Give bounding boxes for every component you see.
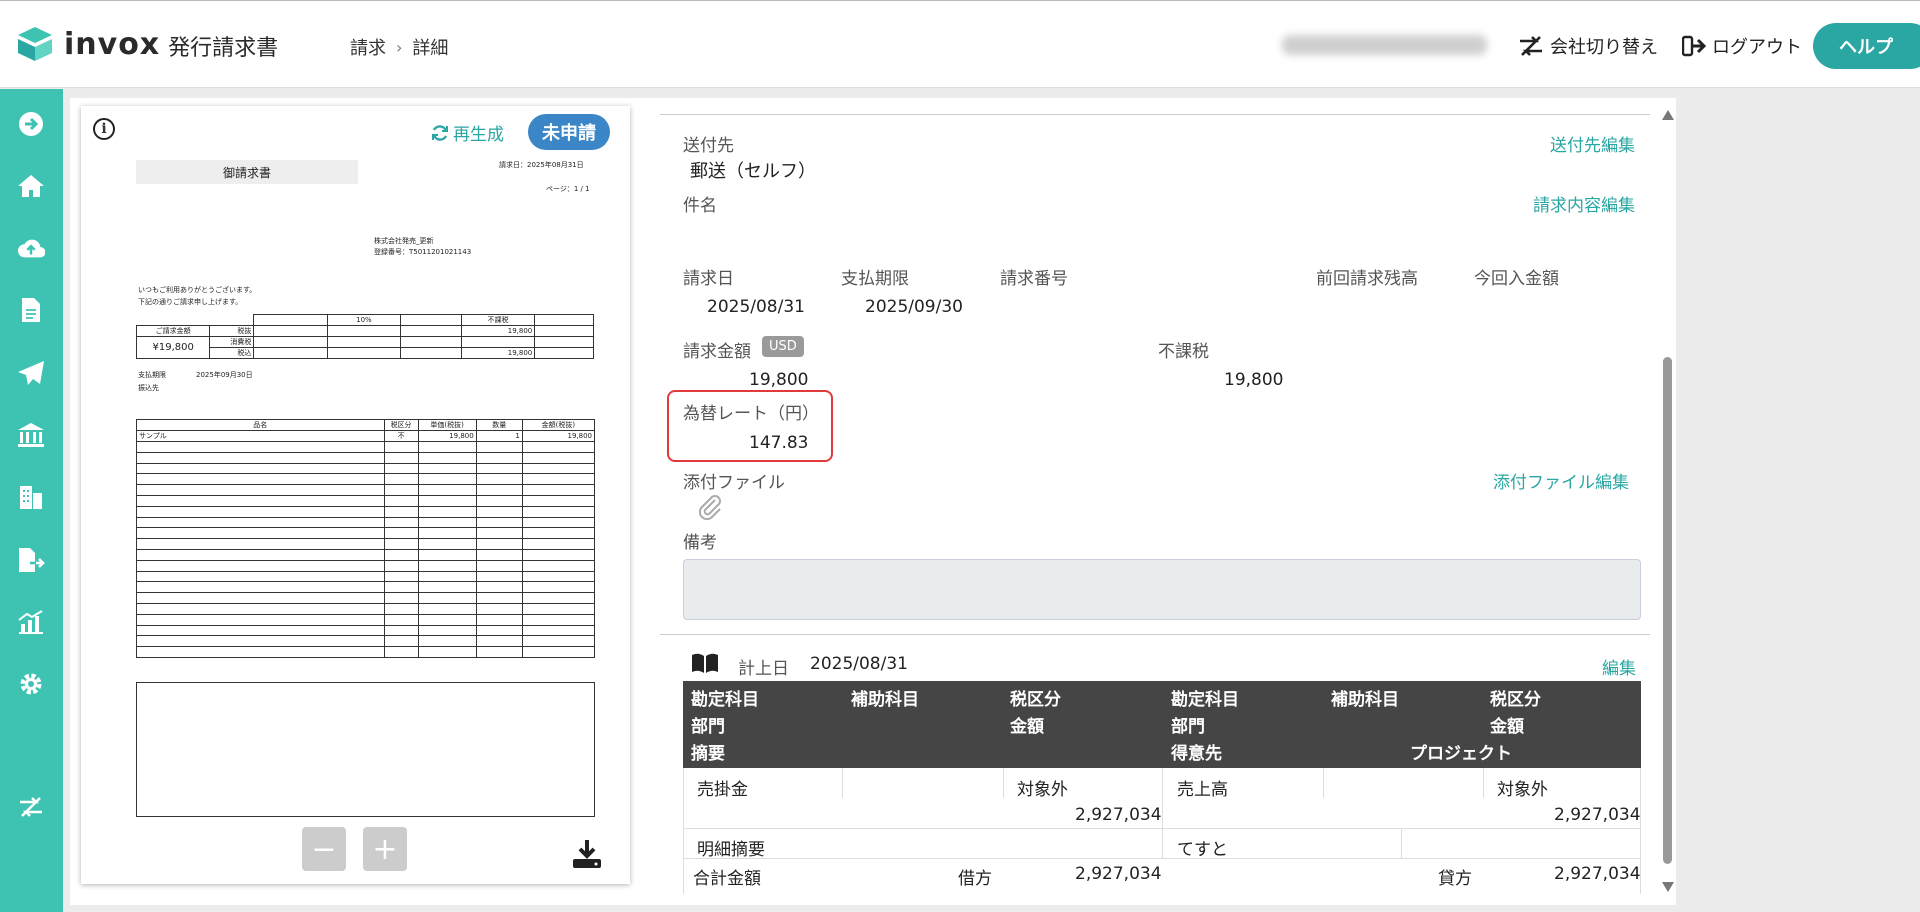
- document-icon[interactable]: [17, 296, 45, 324]
- line-memo-label: 明細摘要: [697, 840, 765, 860]
- memo-label: 備考: [683, 533, 717, 553]
- breadcrumb-invoices[interactable]: 請求: [350, 34, 386, 60]
- exchange-rate-value: 147.83: [749, 433, 809, 453]
- file-export-icon[interactable]: [17, 546, 45, 574]
- book-icon: [692, 653, 718, 673]
- attachment-label: 添付ファイル: [683, 473, 785, 493]
- debit-total: 2,927,034: [1075, 864, 1162, 884]
- status-badge: 未申請: [528, 114, 610, 150]
- invox-logo[interactable]: invox 発行請求書: [16, 25, 278, 63]
- doc-greeting-1: いつもご利用ありがとうございます。: [138, 286, 257, 294]
- switch-company-link[interactable]: 会社切り替え: [1518, 33, 1658, 59]
- regenerate-button[interactable]: 再生成: [431, 120, 504, 145]
- doc-due-date: 2025年09月30日: [196, 371, 253, 379]
- doc-page: ページ：1 / 1: [546, 185, 590, 193]
- doc-greeting-2: 下記の通りご請求申し上げます。: [138, 298, 243, 306]
- nontax-value: 19,800: [1224, 370, 1284, 390]
- send-to-value: 郵送（セルフ）: [690, 161, 816, 182]
- doc-title: 御請求書: [136, 160, 358, 184]
- send-icon[interactable]: [17, 359, 45, 387]
- doc-notes-box: [136, 682, 595, 817]
- refresh-icon: [432, 124, 448, 141]
- invoice-number-label: 請求番号: [1000, 269, 1068, 289]
- top-divider: [660, 114, 1650, 115]
- doc-due-label: 支払期限: [138, 371, 166, 379]
- invoice-document: 御請求書 請求日：2025年08月31日 ページ：1 / 1 株式会社発売_更新…: [135, 154, 596, 744]
- logout-icon: [1682, 35, 1706, 57]
- logo-word: invox: [64, 26, 161, 62]
- invoice-date-value: 2025/08/31: [707, 297, 805, 317]
- breadcrumb-detail: 詳細: [412, 38, 449, 59]
- credit-tax: 対象外: [1497, 780, 1548, 800]
- cloud-upload-icon[interactable]: [17, 234, 45, 262]
- chart-icon[interactable]: [17, 608, 45, 636]
- amount-value: 19,800: [749, 370, 809, 390]
- switch-icon: [1520, 36, 1542, 56]
- credit-total: 2,927,034: [1554, 864, 1641, 884]
- zoom-out-button[interactable]: −: [302, 827, 346, 871]
- posting-date-value: 2025/08/31: [810, 654, 908, 674]
- attachment-edit-link[interactable]: 添付ファイル編集: [1493, 468, 1629, 493]
- journal-table-body: 売掛金 対象外 2,927,034 売上高 対象外 2,927,034 明細摘要…: [683, 768, 1641, 894]
- arrow-right-icon[interactable]: [17, 110, 45, 138]
- regenerate-label: 再生成: [453, 125, 504, 145]
- content-edit-link[interactable]: 請求内容編集: [1533, 191, 1635, 216]
- bank-icon[interactable]: [17, 421, 45, 449]
- due-date-value: 2025/09/30: [865, 297, 963, 317]
- invoice-date-label: 請求日: [683, 269, 734, 289]
- download-icon[interactable]: [571, 838, 603, 870]
- prev-balance-label: 前回請求残高: [1316, 269, 1418, 289]
- logout-link[interactable]: ログアウト: [1682, 33, 1802, 59]
- journal-table-header: 勘定科目 補助科目 税区分 勘定科目 補助科目 税区分 部門 金額 部門 金額 …: [683, 681, 1641, 768]
- switch-company-label: 会社切り替え: [1550, 37, 1658, 58]
- doc-line-items-table: 品名 税区分 単価(税抜) 数量 金額(税抜) サンプル不 19,800 1 19,800: [136, 419, 596, 658]
- credit-account: 売上高: [1177, 780, 1228, 800]
- debit-account: 売掛金: [697, 780, 748, 800]
- posting-date-label: 計上日: [738, 659, 789, 679]
- doc-bank-label: 振込先: [138, 384, 159, 392]
- user-name-blurred: [1282, 35, 1487, 55]
- journal-divider: [660, 634, 1650, 635]
- scroll-down-arrow[interactable]: [1662, 882, 1674, 892]
- switch-icon[interactable]: [17, 793, 45, 821]
- send-to-label: 送付先: [683, 136, 734, 156]
- currency-badge: USD: [762, 336, 804, 357]
- chevron-right-icon: ›: [396, 37, 403, 57]
- debit-label: 借方: [958, 869, 992, 889]
- sidebar: [0, 89, 63, 912]
- app-header: invox 発行請求書 請求 › 詳細 会社切り替え ログアウト ヘルプ: [0, 0, 1920, 88]
- debit-amount: 2,927,034: [1075, 805, 1162, 825]
- logout-label: ログアウト: [1712, 37, 1802, 58]
- doc-company: 株式会社発売_更新: [374, 237, 434, 245]
- debit-tax: 対象外: [1017, 780, 1068, 800]
- credit-label: 貸方: [1438, 869, 1472, 889]
- journal-edit-link[interactable]: 編集: [1602, 654, 1636, 679]
- send-to-edit-link[interactable]: 送付先編集: [1550, 131, 1635, 156]
- nontax-label: 不課税: [1158, 342, 1209, 362]
- breadcrumb: 請求 › 詳細: [350, 34, 448, 60]
- total-label: 合計金額: [693, 869, 761, 889]
- due-date-label: 支払期限: [841, 269, 909, 289]
- credit-amount: 2,927,034: [1554, 805, 1641, 825]
- home-icon[interactable]: [17, 172, 45, 200]
- subject-label: 件名: [683, 196, 717, 216]
- received-label: 今回入金額: [1474, 269, 1559, 289]
- doc-date: 請求日：2025年08月31日: [499, 161, 584, 169]
- info-icon[interactable]: i: [93, 118, 115, 140]
- scroll-up-arrow[interactable]: [1662, 110, 1674, 120]
- memo-textarea[interactable]: [683, 559, 1641, 620]
- logo-cube-icon: [18, 27, 52, 61]
- scrollbar-thumb[interactable]: [1663, 357, 1672, 864]
- doc-reg-no: 登録番号：T5011201021143: [374, 248, 472, 256]
- exchange-rate-label: 為替レート（円）: [683, 404, 819, 424]
- amount-label: 請求金額: [683, 342, 751, 362]
- line-memo-value: てすと: [1177, 840, 1228, 860]
- help-button[interactable]: ヘルプ: [1813, 23, 1920, 69]
- paperclip-icon[interactable]: [697, 494, 723, 520]
- gear-icon[interactable]: [17, 670, 45, 698]
- doc-summary-table: 10% 不課税 ご請求金額 税抜 19,800 ¥19,800 消費税 税込 19,800: [135, 314, 594, 359]
- logo-subtitle: 発行請求書: [168, 36, 279, 61]
- zoom-in-button[interactable]: +: [363, 827, 407, 871]
- building-icon[interactable]: [17, 483, 45, 511]
